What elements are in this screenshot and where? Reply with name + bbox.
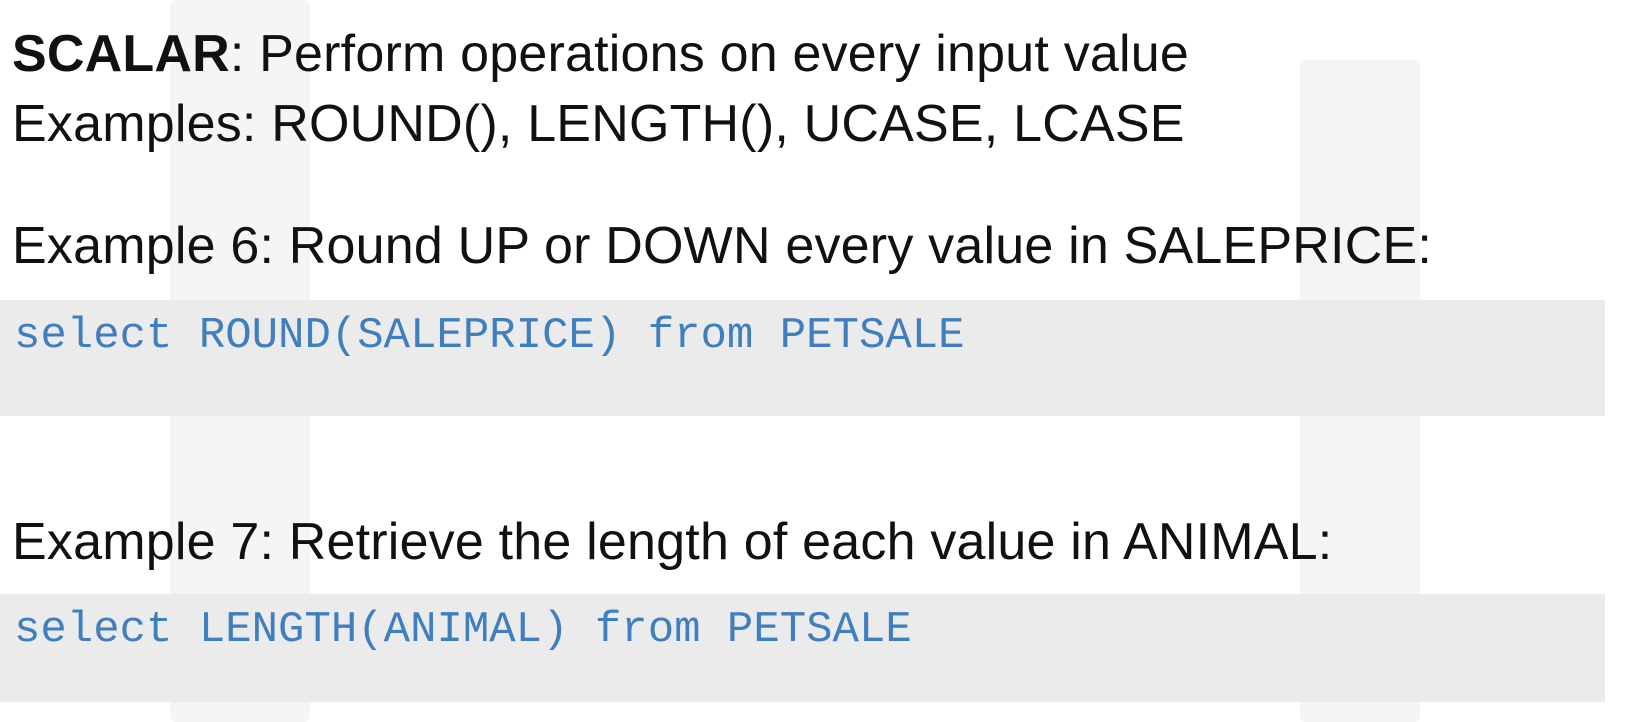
example-7-code: select LENGTH(ANIMAL) from PETSALE <box>14 605 912 655</box>
scalar-term: SCALAR <box>12 25 230 83</box>
scalar-definition: SCALAR: Perform operations on every inpu… <box>12 24 1189 84</box>
example-7-heading: Example 7: Retrieve the length of each v… <box>12 513 1333 571</box>
example-7-code-block: select LENGTH(ANIMAL) from PETSALE <box>0 594 1605 702</box>
example-6-code: select ROUND(SALEPRICE) from PETSALE <box>14 311 965 361</box>
scalar-description: : Perform operations on every input valu… <box>229 25 1190 83</box>
example-6-heading: Example 6: Round UP or DOWN every value … <box>12 217 1432 275</box>
examples-list: Examples: ROUND(), LENGTH(), UCASE, LCAS… <box>12 95 1185 153</box>
example-6-code-block: select ROUND(SALEPRICE) from PETSALE <box>0 300 1605 416</box>
